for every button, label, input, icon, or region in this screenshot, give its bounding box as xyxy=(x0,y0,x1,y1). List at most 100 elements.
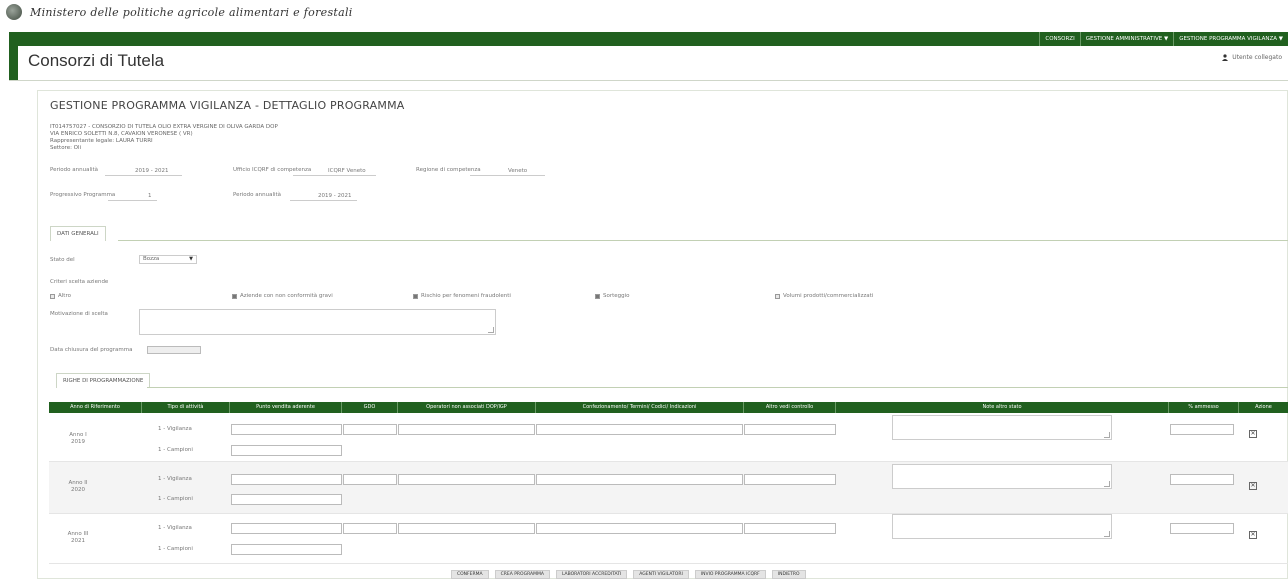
note-textarea[interactable] xyxy=(892,415,1112,440)
row-attivita-vigilanza: 1 - Vigilanza xyxy=(158,476,192,482)
periodo2-value: 2019 - 2021 xyxy=(318,193,352,199)
operatori-input[interactable] xyxy=(398,474,535,485)
chevron-down-icon: ▼ xyxy=(189,256,193,262)
nav-gestione-programma-vigilanza[interactable]: GESTIONE PROGRAMMA VIGILANZA ▼ xyxy=(1173,32,1288,46)
delete-icon[interactable]: ✕ xyxy=(1249,430,1257,438)
main-navbar: CONSORZI GESTIONE AMMINISTRATIVE ▼ GESTI… xyxy=(9,32,1288,46)
table-header: Anno di Riferimento Tipo di attività Pun… xyxy=(49,402,1288,413)
criterio-volumi[interactable]: Volumi prodotti/commercializzati xyxy=(775,293,873,299)
delete-icon[interactable]: ✕ xyxy=(1249,482,1257,490)
progressivo-underline xyxy=(108,200,157,201)
operatori-input[interactable] xyxy=(398,424,535,435)
tab-dati-generali[interactable]: DATI GENERALI xyxy=(50,226,106,241)
motivazione-textarea[interactable] xyxy=(139,309,496,335)
criterio-non-conformita[interactable]: Aziende con non conformità gravi xyxy=(232,293,333,299)
action-buttons: CONFERMA CREA PROGRAMMA LABORATORI ACCRE… xyxy=(451,570,806,579)
ammesso-input[interactable] xyxy=(1170,523,1234,534)
page-heading: GESTIONE PROGRAMMA VIGILANZA - DETTAGLIO… xyxy=(50,99,405,112)
punto-vendita-input[interactable] xyxy=(231,474,342,485)
user-label: Utente collegato xyxy=(1232,54,1282,61)
checkbox-checked[interactable] xyxy=(232,293,237,299)
ammesso-input[interactable] xyxy=(1170,424,1234,435)
col-anno: Anno di Riferimento xyxy=(49,402,142,413)
col-tipo: Tipo di attività xyxy=(142,402,230,413)
campioni-input[interactable] xyxy=(231,494,342,505)
title-accent-bar xyxy=(9,32,18,80)
row-attivita-vigilanza: 1 - Vigilanza xyxy=(158,525,192,531)
user-menu[interactable]: Utente collegato xyxy=(1222,54,1282,61)
laboratori-button[interactable]: LABORATORI ACCREDITATI xyxy=(555,570,628,579)
row-year: Anno I 2019 xyxy=(69,432,87,445)
gdo-input[interactable] xyxy=(343,474,397,485)
operatori-input[interactable] xyxy=(398,523,535,534)
note-textarea[interactable] xyxy=(892,464,1112,489)
row-attivita-campioni: 1 - Campioni xyxy=(158,496,193,502)
periodo-underline xyxy=(105,175,182,176)
delete-icon[interactable]: ✕ xyxy=(1249,531,1257,539)
periodo-label: Periodo annualità xyxy=(50,167,99,173)
data-chiusura-label: Data chiusura del programma xyxy=(50,347,133,353)
motivazione-label: Motivazione di scelta xyxy=(50,311,108,317)
sector: Settore: Oli xyxy=(50,145,82,151)
campioni-input[interactable] xyxy=(231,445,342,456)
row-year: Anno III 2021 xyxy=(67,531,89,544)
periodo2-label: Periodo annualità xyxy=(233,192,282,198)
tab-righe-programmazione[interactable]: RIGHE DI PROGRAMMAZIONE xyxy=(56,373,151,388)
republic-emblem-icon xyxy=(6,4,22,20)
invio-programma-button[interactable]: INVIO PROGRAMMA ICQRF xyxy=(694,570,766,579)
row-year: Anno II 2020 xyxy=(68,480,88,493)
altro-input[interactable] xyxy=(744,424,836,435)
indietro-button[interactable]: INDIETRO xyxy=(771,570,806,579)
ufficio-label: Ufficio ICQRF di competenza xyxy=(233,167,312,173)
confezionamento-input[interactable] xyxy=(536,523,743,534)
tab-underline xyxy=(147,387,1288,388)
tab-underline xyxy=(118,240,1288,241)
criteri-label: Criteri scelta aziende xyxy=(50,279,109,285)
nav-consorzi[interactable]: CONSORZI xyxy=(1039,32,1079,46)
ministry-header: Ministero delle politiche agricole alime… xyxy=(0,0,1288,24)
gdo-input[interactable] xyxy=(343,424,397,435)
criterio-non-conformita-label: Aziende con non conformità gravi xyxy=(240,293,333,299)
checkbox-checked[interactable] xyxy=(413,293,418,299)
criterio-sorteggio[interactable]: Sorteggio xyxy=(595,293,630,299)
criterio-volumi-label: Volumi prodotti/commercializzati xyxy=(783,293,874,299)
crea-programma-button[interactable]: CREA PROGRAMMA xyxy=(494,570,550,579)
nav-gestione-amministrative[interactable]: GESTIONE AMMINISTRATIVE ▼ xyxy=(1079,32,1173,46)
gdo-input[interactable] xyxy=(343,523,397,534)
stato-select[interactable]: Bozza ▼ xyxy=(139,255,197,264)
col-ammesso: % ammesso xyxy=(1169,402,1239,413)
criterio-altro-label: Altro xyxy=(58,293,71,299)
confezionamento-input[interactable] xyxy=(536,424,743,435)
regione-underline xyxy=(470,175,545,176)
confezionamento-input[interactable] xyxy=(536,474,743,485)
note-textarea[interactable] xyxy=(892,514,1112,539)
row-attivita-vigilanza: 1 - Vigilanza xyxy=(158,426,192,432)
row-attivita-campioni: 1 - Campioni xyxy=(158,447,193,453)
punto-vendita-input[interactable] xyxy=(231,424,342,435)
checkbox[interactable] xyxy=(50,293,55,299)
conferma-button[interactable]: CONFERMA xyxy=(451,570,489,579)
checkbox-checked[interactable] xyxy=(595,293,600,299)
divider xyxy=(9,80,1288,81)
data-chiusura-input[interactable] xyxy=(147,346,201,354)
ministry-name: Ministero delle politiche agricole alime… xyxy=(30,5,353,19)
progressivo-value: 1 xyxy=(148,193,152,199)
checkbox[interactable] xyxy=(775,293,780,299)
consorzio-address: VIA ENRICO SOLETTI N.8, CAVAION VERONESE… xyxy=(50,131,193,137)
regione-value: Veneto xyxy=(508,168,528,174)
campioni-input[interactable] xyxy=(231,544,342,555)
altro-input[interactable] xyxy=(744,523,836,534)
punto-vendita-input[interactable] xyxy=(231,523,342,534)
ufficio-value: ICQRF Veneto xyxy=(328,168,366,174)
user-icon xyxy=(1222,54,1229,61)
criterio-rischio-frodi[interactable]: Rischio per fenomeni fraudolenti xyxy=(413,293,511,299)
criterio-rischio-frodi-label: Rischio per fenomeni fraudolenti xyxy=(421,293,511,299)
criterio-altro[interactable]: Altro xyxy=(50,293,71,299)
ammesso-input[interactable] xyxy=(1170,474,1234,485)
altro-input[interactable] xyxy=(744,474,836,485)
consorzio-code-name: IT014757027 - CONSORZIO DI TUTELA OLIO E… xyxy=(50,124,278,130)
col-gdo: GDO xyxy=(342,402,398,413)
col-altro: Altro vedi controllo xyxy=(744,402,836,413)
agenti-vigilatori-button[interactable]: AGENTI VIGILATORI xyxy=(633,570,689,579)
criterio-sorteggio-label: Sorteggio xyxy=(603,293,630,299)
